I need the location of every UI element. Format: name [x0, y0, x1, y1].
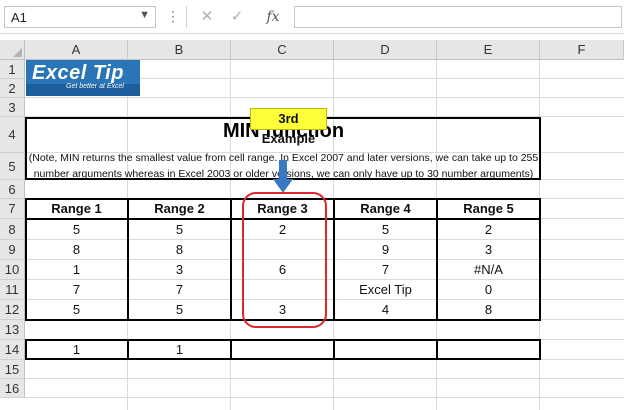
row-header-3[interactable]: 3 — [0, 98, 25, 117]
table-border — [436, 198, 438, 321]
callout-label: 3rd Example — [250, 108, 327, 146]
table-border — [25, 358, 541, 360]
table-header-cell[interactable]: Range 2 — [128, 199, 231, 219]
table-border — [333, 198, 335, 321]
table-cell[interactable] — [231, 340, 334, 360]
table-cell[interactable]: 5 — [128, 300, 231, 320]
more-options-icon[interactable]: ⋮ — [166, 8, 180, 24]
table-cell[interactable]: 7 — [128, 280, 231, 300]
formula-bar-separator — [186, 6, 187, 28]
select-all-icon — [13, 48, 22, 57]
table-cell[interactable]: #N/A — [437, 260, 540, 280]
table-cell[interactable]: 5 — [128, 219, 231, 240]
insert-function-button[interactable]: fx — [262, 7, 284, 27]
table-cell[interactable]: 8 — [25, 240, 128, 260]
table-cell[interactable]: 1 — [128, 340, 231, 360]
gridline — [25, 378, 624, 379]
column-header-d[interactable]: D — [334, 40, 437, 60]
close-icon[interactable]: ✕ — [196, 7, 218, 27]
table-cell[interactable]: 5 — [334, 219, 437, 240]
table-cell[interactable] — [437, 340, 540, 360]
gridline — [25, 97, 624, 98]
table-cell[interactable]: 5 — [25, 300, 128, 320]
table-header-cell[interactable]: Range 4 — [334, 199, 437, 219]
excel-tip-logo: Excel Tip Get better at Excel — [26, 60, 140, 96]
row-header-16[interactable]: 16 — [0, 379, 25, 398]
table-border — [127, 339, 129, 360]
table-border — [539, 198, 541, 321]
row-header-9[interactable]: 9 — [0, 240, 25, 260]
column-header-b[interactable]: B — [128, 40, 231, 60]
table-cell[interactable]: 4 — [334, 300, 437, 320]
checkmark-icon[interactable]: ✓ — [226, 7, 248, 27]
table-border — [25, 339, 541, 341]
row-header-10[interactable]: 10 — [0, 260, 25, 280]
row-header-7[interactable]: 7 — [0, 199, 25, 219]
table-header-cell[interactable]: Range 5 — [437, 199, 540, 219]
name-box[interactable]: A1 ▼ — [4, 6, 156, 28]
column-header-a[interactable]: A — [25, 40, 128, 60]
column-header-c[interactable]: C — [231, 40, 334, 60]
column-header-e[interactable]: E — [437, 40, 540, 60]
chevron-down-icon[interactable]: ▼ — [139, 9, 150, 21]
table-border — [25, 117, 27, 180]
table-cell[interactable]: 8 — [128, 240, 231, 260]
row-header-1[interactable]: 1 — [0, 60, 25, 79]
table-border — [230, 198, 232, 321]
row-header-11[interactable]: 11 — [0, 280, 25, 300]
table-cell[interactable]: 7 — [25, 280, 128, 300]
highlight-box — [242, 192, 327, 328]
row-header-6[interactable]: 6 — [0, 180, 25, 199]
table-border — [539, 339, 541, 360]
table-cell[interactable]: 9 — [334, 240, 437, 260]
row-header-12[interactable]: 12 — [0, 300, 25, 320]
formula-bar: A1 ▼ ⋮ ✕ ✓ fx — [0, 0, 624, 34]
table-cell[interactable]: 1 — [25, 340, 128, 360]
table-cell[interactable]: 8 — [437, 300, 540, 320]
column-header-f[interactable]: F — [540, 40, 624, 60]
table-border — [25, 198, 27, 321]
row-header-4[interactable]: 4 — [0, 117, 25, 153]
gridline — [25, 397, 624, 398]
logo-tagline: Get better at Excel — [66, 83, 124, 90]
table-border — [230, 339, 232, 360]
table-cell[interactable]: 3 — [437, 240, 540, 260]
table-cell[interactable] — [334, 340, 437, 360]
table-cell[interactable]: 1 — [25, 260, 128, 280]
table-border — [436, 339, 438, 360]
formula-input[interactable] — [294, 6, 622, 28]
logo-text: Excel Tip — [32, 62, 124, 84]
row-header-8[interactable]: 8 — [0, 219, 25, 240]
table-border — [539, 117, 541, 180]
table-cell[interactable]: 3 — [128, 260, 231, 280]
table-cell[interactable]: 7 — [334, 260, 437, 280]
table-cell[interactable]: 2 — [437, 219, 540, 240]
table-border — [25, 339, 27, 360]
row-header-2[interactable]: 2 — [0, 79, 25, 98]
name-box-value: A1 — [11, 10, 27, 25]
arrow-down-icon — [273, 160, 293, 193]
select-all-button[interactable] — [0, 40, 25, 60]
table-header-cell[interactable]: Range 1 — [25, 199, 128, 219]
row-header-5[interactable]: 5 — [0, 153, 25, 180]
row-header-15[interactable]: 15 — [0, 360, 25, 379]
table-cell[interactable]: 0 — [437, 280, 540, 300]
row-header-14[interactable]: 14 — [0, 340, 25, 360]
row-header-13[interactable]: 13 — [0, 320, 25, 340]
table-border — [333, 339, 335, 360]
table-border — [127, 198, 129, 321]
table-cell[interactable]: Excel Tip — [334, 280, 437, 300]
table-cell[interactable]: 5 — [25, 219, 128, 240]
